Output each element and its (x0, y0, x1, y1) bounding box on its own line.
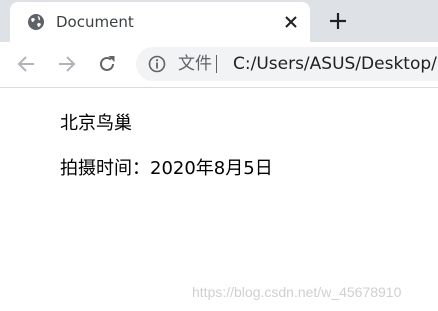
arrow-right-icon[interactable] (56, 53, 78, 75)
plus-icon[interactable] (326, 9, 350, 33)
page-content: 北京鸟巢 拍摄时间：2020年8月5日 https://blog.csdn.ne… (0, 88, 438, 311)
close-icon[interactable] (280, 11, 302, 33)
address-bar[interactable]: 文件 C:/Users/ASUS/Desktop/ (136, 47, 438, 81)
info-icon[interactable] (148, 55, 166, 73)
browser-toolbar: 文件 C:/Users/ASUS/Desktop/ (0, 42, 438, 88)
capture-time-text: 拍摄时间：2020年8月5日 (60, 158, 273, 179)
tab-title: Document (56, 13, 134, 31)
watermark-text: https://blog.csdn.net/w_45678910 (192, 284, 402, 300)
omnibox-divider (216, 55, 217, 73)
url-text[interactable]: C:/Users/ASUS/Desktop/ (233, 54, 437, 74)
security-label[interactable]: 文件 (178, 54, 212, 74)
tab-document[interactable]: Document (10, 2, 310, 42)
reload-icon[interactable] (96, 53, 118, 75)
arrow-left-icon[interactable] (15, 53, 37, 75)
tab-strip: Document (0, 0, 438, 42)
page-heading: 北京鸟巢 (60, 113, 132, 134)
globe-icon (27, 13, 45, 31)
